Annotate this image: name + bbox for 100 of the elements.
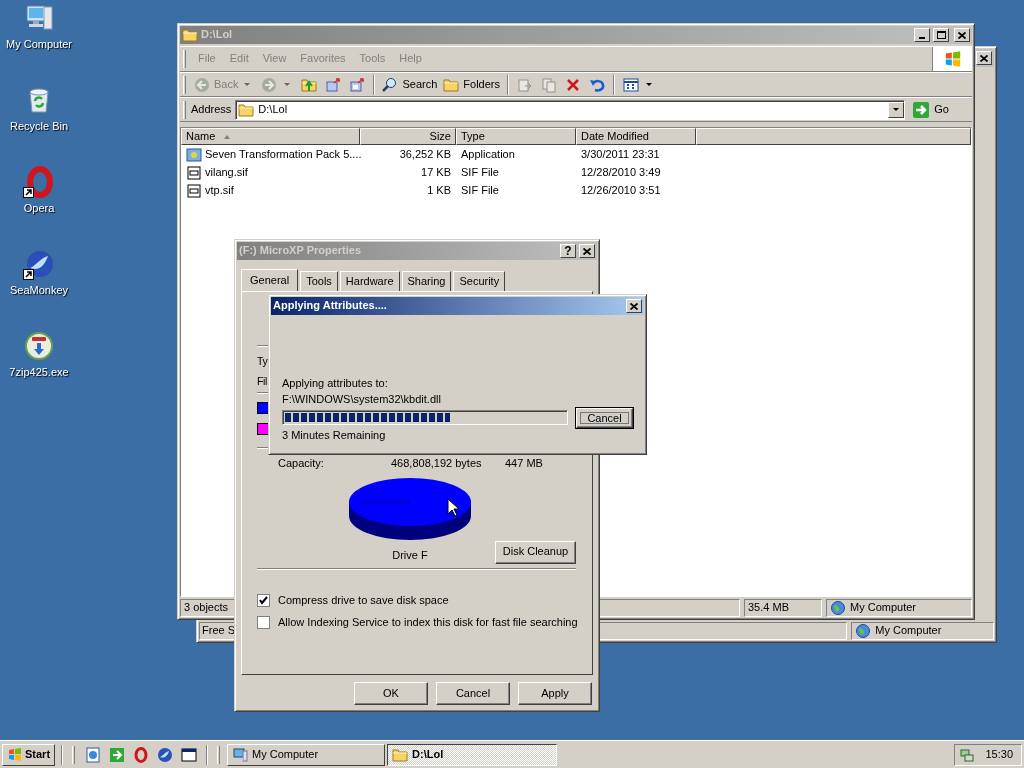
taskbar-button[interactable]: D:\Lol [387, 743, 558, 766]
globe-icon [830, 600, 846, 616]
go-button[interactable]: Go [909, 98, 952, 121]
tab[interactable]: Security [453, 271, 506, 291]
file-name[interactable]: vtp.sif [205, 183, 234, 198]
dialog-button[interactable]: OK [354, 682, 428, 705]
grid-view-icon[interactable] [623, 76, 639, 93]
folders-button[interactable]: Folders [440, 73, 503, 96]
field-label: Capacity: [278, 457, 325, 471]
close-icon [980, 54, 988, 62]
status-text: My Computer [850, 601, 917, 615]
table-cell: 17 KB [421, 165, 451, 180]
mouse-pointer-icon [447, 498, 459, 517]
globe-wave-icon[interactable] [23, 248, 55, 280]
caret-icon [892, 106, 901, 113]
tab[interactable]: General [241, 269, 299, 291]
folder-icon [238, 101, 255, 118]
tab[interactable]: Sharing [401, 271, 452, 291]
file-name[interactable]: vilang.sif [205, 165, 248, 180]
folder-icon [392, 746, 409, 763]
icon-label[interactable]: 7zip425.exe [9, 366, 69, 380]
delete-icon[interactable] [565, 76, 581, 93]
file-path: F:\WINDOWS\system32\kbdit.dll [282, 393, 442, 407]
close-button[interactable] [579, 244, 595, 258]
table-cell: 3/30/2011 23:31 [581, 147, 660, 162]
address-field[interactable]: D:\Lol [235, 99, 906, 120]
text-file-icon [186, 164, 202, 181]
icon-label[interactable]: SeaMonkey [9, 284, 69, 298]
status-text: 3 Minutes Remaining [282, 429, 387, 443]
taskbar-button[interactable]: My Computer [227, 743, 386, 766]
help-button[interactable]: ? [560, 244, 576, 258]
minimize-icon [919, 37, 925, 39]
icon-label[interactable]: Recycle Bin [9, 120, 69, 134]
status-text: My Computer [875, 624, 942, 638]
close-button[interactable] [626, 299, 642, 313]
close-icon [958, 31, 966, 39]
network-icon[interactable] [959, 746, 976, 763]
checkbox[interactable] [257, 593, 270, 607]
icon-label[interactable]: My Computer [6, 38, 72, 52]
dialog-button[interactable]: Cancel [436, 682, 510, 705]
folder-up-icon[interactable] [301, 76, 318, 93]
folder-icon [443, 76, 460, 93]
ring-icon[interactable] [23, 166, 55, 198]
close-button[interactable] [954, 28, 970, 42]
dropdown-button[interactable] [888, 101, 905, 118]
status-text: 3 objects [184, 601, 229, 615]
flag-logo-icon [7, 746, 23, 763]
field-label: Ty [257, 355, 268, 368]
message-text: Applying attributes to: [282, 377, 389, 391]
close-icon [583, 247, 591, 255]
checkbox[interactable] [257, 615, 270, 629]
minimize-button[interactable] [914, 28, 930, 42]
cancel-button[interactable]: Cancel [576, 408, 633, 429]
start-button[interactable]: Start [2, 743, 56, 766]
page-globe-icon[interactable] [85, 746, 102, 763]
column-header[interactable]: Date Modified [576, 128, 696, 145]
table-cell: 36,252 KB [399, 147, 451, 162]
window-title: D:\Lol [201, 28, 234, 42]
disk-cleanup-button[interactable]: Disk Cleanup [495, 540, 576, 564]
option-label[interactable]: Allow Indexing Service to index this disk for fast file searching [278, 615, 578, 629]
installer-file-icon [186, 146, 202, 163]
table-cell: 12/26/2010 3:51 [581, 183, 661, 198]
close-button[interactable] [976, 51, 992, 65]
folder-icon [182, 27, 198, 43]
maximize-button[interactable] [933, 28, 949, 42]
capacity-value: 447 MB [505, 457, 544, 471]
column-header[interactable]: Size [360, 128, 456, 145]
back-arrow-icon [194, 76, 210, 93]
tab[interactable]: Hardware [339, 271, 400, 291]
table-cell: 1 KB [427, 183, 451, 198]
field-label: Address [191, 102, 232, 117]
caret-icon[interactable] [645, 81, 653, 88]
dialog-title: Applying Attributes.... [273, 299, 388, 313]
computer-icon [232, 746, 249, 763]
search-icon [382, 76, 399, 93]
globe-icon [855, 623, 872, 639]
text-file-icon [186, 182, 202, 199]
drive-label: Drive F [392, 549, 428, 563]
arrow-box-icon[interactable] [109, 746, 126, 763]
table-cell: SIF File [461, 165, 499, 180]
maximize-icon [936, 31, 946, 39]
folder-arrow-icon[interactable] [325, 76, 342, 93]
field-label: Fil [257, 374, 267, 388]
clock: 15:30 [985, 747, 1013, 762]
file-name[interactable]: Seven Transformation Pack 5.... [205, 147, 362, 162]
tab[interactable]: Tools [300, 271, 338, 291]
capacity-value: 468,808,192 bytes [391, 457, 483, 471]
sort-arrow-icon [223, 133, 232, 140]
column-header[interactable]: Name [181, 128, 360, 145]
table-cell: 12/28/2010 3:49 [581, 165, 661, 180]
status-text: 35.4 MB [748, 601, 789, 615]
search-button[interactable]: Search [379, 73, 441, 96]
table-cell: Application [461, 147, 515, 162]
icon-label[interactable]: Opera [23, 202, 55, 216]
folder-arrow-icon[interactable] [349, 76, 366, 93]
dialog-button[interactable]: Apply [518, 682, 592, 705]
window-icon[interactable] [181, 746, 198, 763]
option-label[interactable]: Compress drive to save disk space [278, 593, 449, 607]
column-header[interactable]: Type [456, 128, 576, 145]
table-cell: SIF File [461, 183, 499, 198]
